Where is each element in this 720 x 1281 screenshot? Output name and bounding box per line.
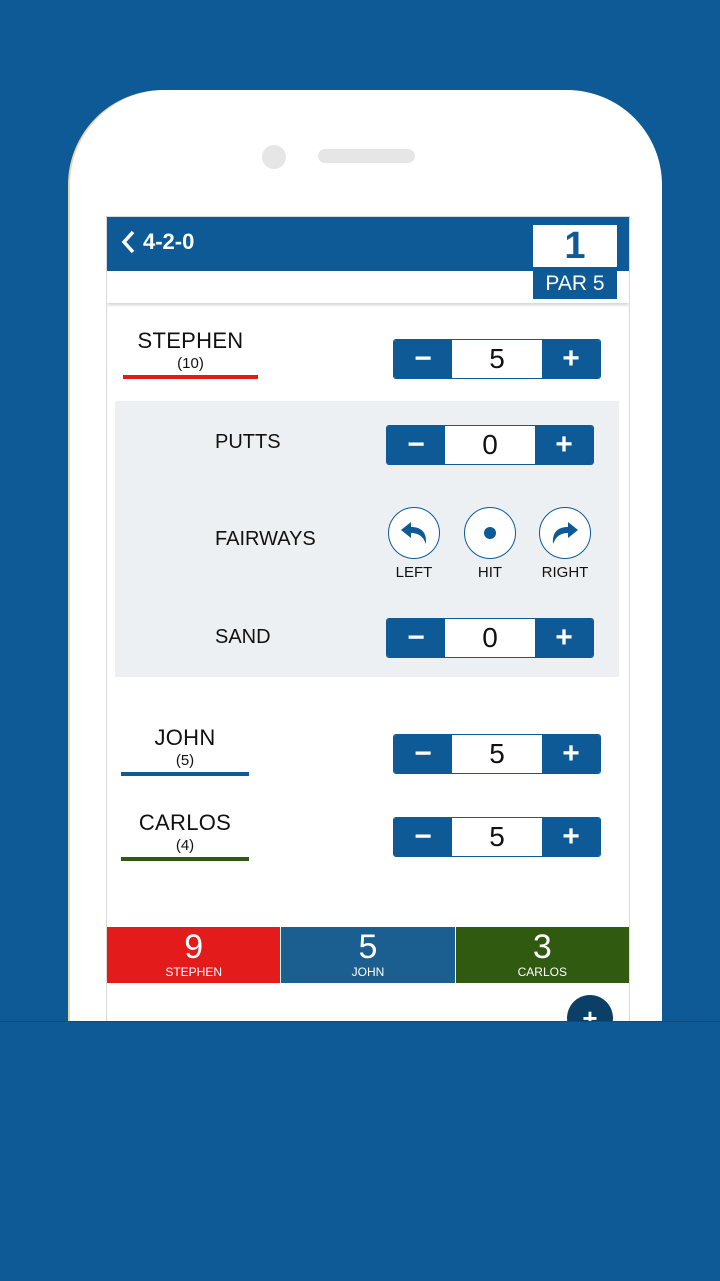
score-stepper-john: − 5 + — [393, 734, 601, 774]
hole-par: PAR 5 — [533, 269, 617, 299]
fairway-hit-label: HIT — [477, 564, 503, 581]
player-handicap: (5) — [175, 752, 195, 769]
fairway-right-label: RIGHT — [541, 564, 589, 581]
sand-label: SAND — [215, 626, 271, 648]
chevron-left-icon — [121, 230, 135, 254]
player-color-bar — [123, 375, 258, 379]
decrement-button[interactable]: − — [387, 426, 445, 464]
decrement-button[interactable]: − — [394, 735, 452, 773]
increment-button[interactable]: + — [542, 340, 600, 378]
fairways-label: FAIRWAYS — [215, 528, 316, 550]
total-value: 9 — [184, 928, 204, 966]
decrement-button[interactable]: − — [394, 340, 452, 378]
sand-stepper: − 0 + — [386, 618, 594, 658]
score-value[interactable]: 5 — [452, 735, 542, 773]
decrement-button[interactable]: − — [394, 818, 452, 856]
increment-button[interactable]: + — [535, 619, 593, 657]
player-john: JOHN (5) — [121, 725, 249, 776]
player-carlos: CARLOS (4) — [121, 810, 249, 861]
stats-panel: PUTTS − 0 + FAIRWAYS LEFT HIT RIGHT SAND… — [115, 401, 619, 677]
score-value[interactable]: 5 — [452, 340, 542, 378]
putts-stepper: − 0 + — [386, 425, 594, 465]
fairway-hit-button[interactable] — [464, 507, 516, 559]
back-button[interactable]: 4-2-0 — [121, 229, 194, 255]
arrow-curve-left-icon — [401, 522, 427, 544]
background-band — [0, 1021, 720, 1281]
totals-bar: 9 STEPHEN 5 JOHN 3 CARLOS — [107, 927, 629, 983]
player-name: CARLOS — [138, 810, 232, 835]
hole-number[interactable]: 1 — [533, 225, 617, 267]
speaker-grille — [318, 149, 415, 163]
app-screen: 4-2-0 1 PAR 5 STEPHEN (10) − 5 + PUTTS −… — [106, 216, 630, 1024]
fairway-right-button[interactable] — [539, 507, 591, 559]
score-value[interactable]: 5 — [452, 818, 542, 856]
total-name: JOHN — [351, 965, 385, 979]
player-color-bar — [121, 772, 249, 776]
arrow-curve-right-icon — [552, 522, 578, 544]
total-value: 3 — [532, 928, 552, 966]
total-carlos[interactable]: 3 CARLOS — [454, 927, 629, 983]
player-color-bar — [121, 857, 249, 861]
player-name: JOHN — [154, 725, 216, 750]
total-stephen[interactable]: 9 STEPHEN — [107, 927, 281, 983]
fairway-left-button[interactable] — [388, 507, 440, 559]
fairway-left-label: LEFT — [395, 564, 433, 581]
total-john[interactable]: 5 JOHN — [280, 927, 455, 983]
total-value: 5 — [358, 928, 378, 966]
score-stepper-carlos: − 5 + — [393, 817, 601, 857]
putts-label: PUTTS — [215, 431, 281, 453]
player-name: STEPHEN — [137, 328, 244, 353]
total-name: CARLOS — [517, 965, 567, 979]
increment-button[interactable]: + — [542, 818, 600, 856]
increment-button[interactable]: + — [535, 426, 593, 464]
player-handicap: (4) — [175, 837, 195, 854]
putts-value[interactable]: 0 — [445, 426, 535, 464]
total-name: STEPHEN — [165, 965, 222, 979]
score-stepper-stephen: − 5 + — [393, 339, 601, 379]
player-stephen: STEPHEN (10) — [123, 328, 258, 379]
round-title: 4-2-0 — [143, 229, 195, 254]
dot-icon — [484, 527, 496, 539]
sand-value[interactable]: 0 — [445, 619, 535, 657]
decrement-button[interactable]: − — [387, 619, 445, 657]
add-button[interactable]: + — [567, 995, 613, 1023]
player-handicap: (10) — [177, 355, 204, 372]
camera-icon — [262, 145, 286, 169]
increment-button[interactable]: + — [542, 735, 600, 773]
